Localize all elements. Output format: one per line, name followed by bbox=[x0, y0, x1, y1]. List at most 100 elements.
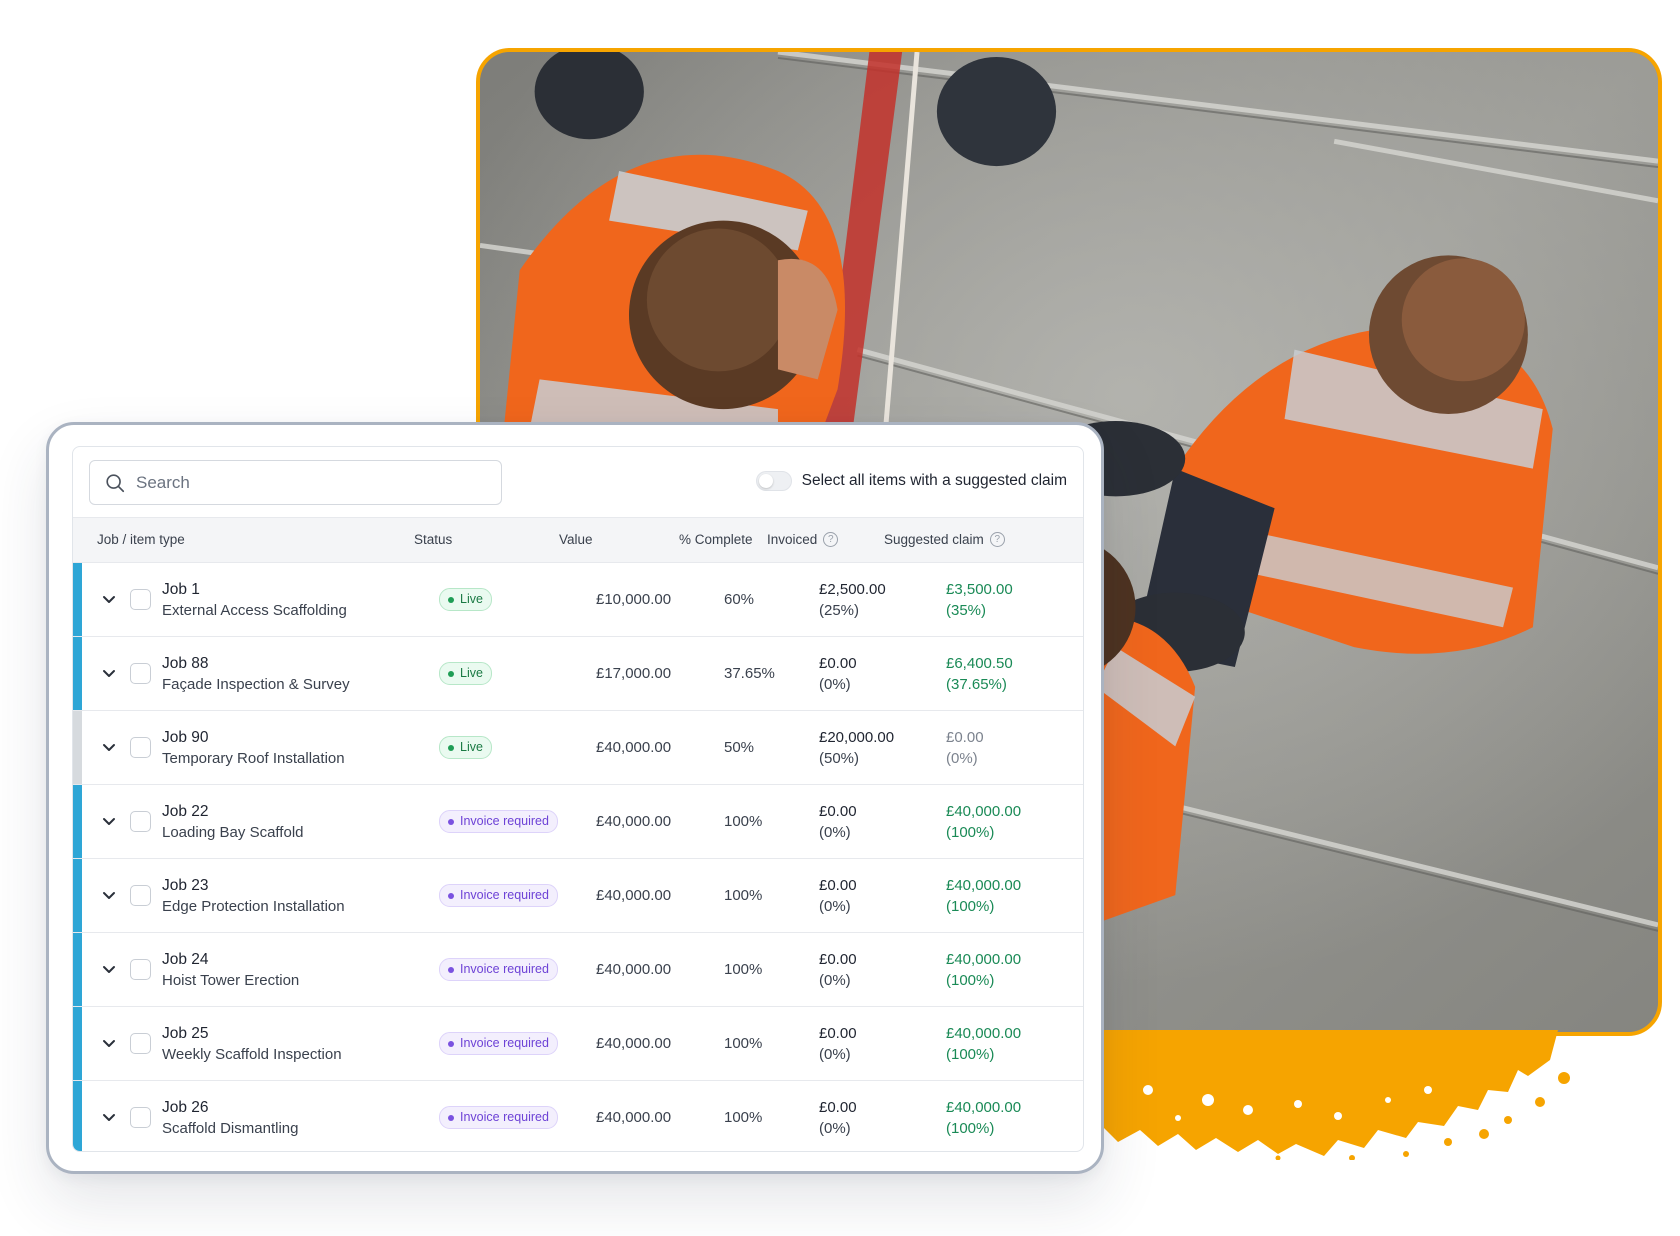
invoiced-percent: (0%) bbox=[819, 1120, 851, 1137]
status-dot-icon bbox=[448, 744, 454, 751]
job-item-type: Scaffold Dismantling bbox=[162, 1120, 299, 1137]
chevron-down-icon[interactable] bbox=[99, 1033, 119, 1053]
status-label: Live bbox=[460, 740, 483, 754]
value-cell: £40,000.00 bbox=[596, 887, 672, 904]
row-status-bar bbox=[73, 933, 82, 1006]
invoiced-amount: £0.00 bbox=[819, 877, 857, 894]
select-all-label: Select all items with a suggested claim bbox=[801, 472, 1067, 489]
status-dot-icon bbox=[448, 818, 454, 825]
chevron-down-icon[interactable] bbox=[99, 811, 119, 831]
suggested-claim-amount: £40,000.00 bbox=[946, 803, 1022, 820]
job-item-type: Façade Inspection & Survey bbox=[162, 676, 350, 693]
complete-cell: 60% bbox=[724, 591, 755, 608]
row-checkbox[interactable] bbox=[130, 737, 151, 758]
table-row[interactable]: Job 22 Loading Bay Scaffold Invoice requ… bbox=[73, 785, 1083, 859]
chevron-down-icon[interactable] bbox=[99, 737, 119, 757]
help-icon[interactable]: ? bbox=[823, 532, 839, 547]
row-status-bar bbox=[73, 859, 82, 932]
job-item-type: Hoist Tower Erection bbox=[162, 972, 300, 989]
status-cell: Invoice required bbox=[439, 884, 558, 907]
table-row[interactable]: Job 25 Weekly Scaffold Inspection Invoic… bbox=[73, 1007, 1083, 1081]
value-cell: £40,000.00 bbox=[596, 1109, 672, 1126]
status-label: Invoice required bbox=[460, 1110, 549, 1124]
status-cell: Live bbox=[439, 588, 492, 611]
search-input[interactable] bbox=[134, 471, 474, 494]
table-row[interactable]: Job 1 External Access Scaffolding Live £… bbox=[73, 563, 1083, 637]
jobs-table-panel: Select all items with a suggested claim … bbox=[72, 446, 1084, 1152]
search-box[interactable] bbox=[89, 460, 502, 505]
invoiced-amount: £0.00 bbox=[819, 951, 857, 968]
row-checkbox[interactable] bbox=[130, 589, 151, 610]
job-item-type: Temporary Roof Installation bbox=[162, 750, 345, 767]
status-cell: Invoice required bbox=[439, 958, 558, 981]
row-checkbox[interactable] bbox=[130, 811, 151, 832]
row-status-bar bbox=[73, 711, 82, 784]
job-item-type: Weekly Scaffold Inspection bbox=[162, 1046, 342, 1063]
row-status-bar bbox=[73, 563, 82, 636]
job-number: Job 88 bbox=[162, 655, 209, 672]
status-badge: Invoice required bbox=[439, 810, 558, 833]
status-badge: Invoice required bbox=[439, 1106, 558, 1129]
suggested-claim-percent: (100%) bbox=[946, 1046, 995, 1063]
job-number: Job 90 bbox=[162, 729, 209, 746]
status-cell: Invoice required bbox=[439, 1106, 558, 1129]
column-header-status[interactable]: Status bbox=[414, 532, 452, 547]
row-checkbox[interactable] bbox=[130, 959, 151, 980]
job-claims-card: Select all items with a suggested claim … bbox=[46, 422, 1104, 1174]
value-cell: £17,000.00 bbox=[596, 665, 672, 682]
chevron-down-icon[interactable] bbox=[99, 589, 119, 609]
suggested-claim-percent: (100%) bbox=[946, 898, 995, 915]
table-row[interactable]: Job 88 Façade Inspection & Survey Live £… bbox=[73, 637, 1083, 711]
row-status-bar bbox=[73, 1081, 82, 1151]
invoiced-amount: £0.00 bbox=[819, 1099, 857, 1116]
table-row[interactable]: Job 24 Hoist Tower Erection Invoice requ… bbox=[73, 933, 1083, 1007]
column-header-complete[interactable]: % Complete bbox=[679, 532, 753, 547]
value-cell: £40,000.00 bbox=[596, 961, 672, 978]
suggested-claim-percent: (35%) bbox=[946, 602, 987, 619]
complete-cell: 100% bbox=[724, 961, 763, 978]
table-row[interactable]: Job 26 Scaffold Dismantling Invoice requ… bbox=[73, 1081, 1083, 1151]
chevron-down-icon[interactable] bbox=[99, 1107, 119, 1127]
suggested-claim-percent: (0%) bbox=[946, 750, 978, 767]
table-row[interactable]: Job 90 Temporary Roof Installation Live … bbox=[73, 711, 1083, 785]
suggested-claim-amount: £6,400.50 bbox=[946, 655, 1013, 672]
table-body: Job 1 External Access Scaffolding Live £… bbox=[73, 563, 1083, 1151]
job-number: Job 22 bbox=[162, 803, 209, 820]
column-header-invoiced[interactable]: Invoiced ? bbox=[767, 532, 839, 547]
chevron-down-icon[interactable] bbox=[99, 663, 119, 683]
help-icon[interactable]: ? bbox=[989, 532, 1005, 547]
select-all-toggle[interactable] bbox=[755, 471, 792, 491]
job-number: Job 23 bbox=[162, 877, 209, 894]
invoiced-percent: (0%) bbox=[819, 1046, 851, 1063]
value-cell: £40,000.00 bbox=[596, 1035, 672, 1052]
chevron-down-icon[interactable] bbox=[99, 885, 119, 905]
row-checkbox[interactable] bbox=[130, 663, 151, 684]
table-row[interactable]: Job 23 Edge Protection Installation Invo… bbox=[73, 859, 1083, 933]
row-checkbox[interactable] bbox=[130, 1033, 151, 1054]
status-badge: Invoice required bbox=[439, 884, 558, 907]
complete-cell: 50% bbox=[724, 739, 755, 756]
complete-cell: 100% bbox=[724, 887, 763, 904]
row-checkbox[interactable] bbox=[130, 885, 151, 906]
status-badge: Live bbox=[439, 588, 492, 611]
column-header-value[interactable]: Value bbox=[559, 532, 593, 547]
suggested-claim-amount: £0.00 bbox=[946, 729, 984, 746]
column-header-job[interactable]: Job / item type bbox=[97, 532, 185, 547]
status-dot-icon bbox=[448, 892, 454, 899]
value-cell: £10,000.00 bbox=[596, 591, 672, 608]
complete-cell: 100% bbox=[724, 1035, 763, 1052]
chevron-down-icon[interactable] bbox=[99, 959, 119, 979]
suggested-claim-amount: £40,000.00 bbox=[946, 951, 1022, 968]
column-header-suggested-claim[interactable]: Suggested claim ? bbox=[884, 532, 1005, 547]
value-cell: £40,000.00 bbox=[596, 739, 672, 756]
table-header: Job / item type Status Value % Complete … bbox=[73, 517, 1083, 563]
complete-cell: 37.65% bbox=[724, 665, 775, 682]
complete-cell: 100% bbox=[724, 813, 763, 830]
row-checkbox[interactable] bbox=[130, 1107, 151, 1128]
job-item-type: Loading Bay Scaffold bbox=[162, 824, 304, 841]
value-cell: £40,000.00 bbox=[596, 813, 672, 830]
job-item-type: Edge Protection Installation bbox=[162, 898, 345, 915]
invoiced-amount: £20,000.00 bbox=[819, 729, 895, 746]
status-dot-icon bbox=[448, 670, 454, 677]
status-badge: Invoice required bbox=[439, 1032, 558, 1055]
